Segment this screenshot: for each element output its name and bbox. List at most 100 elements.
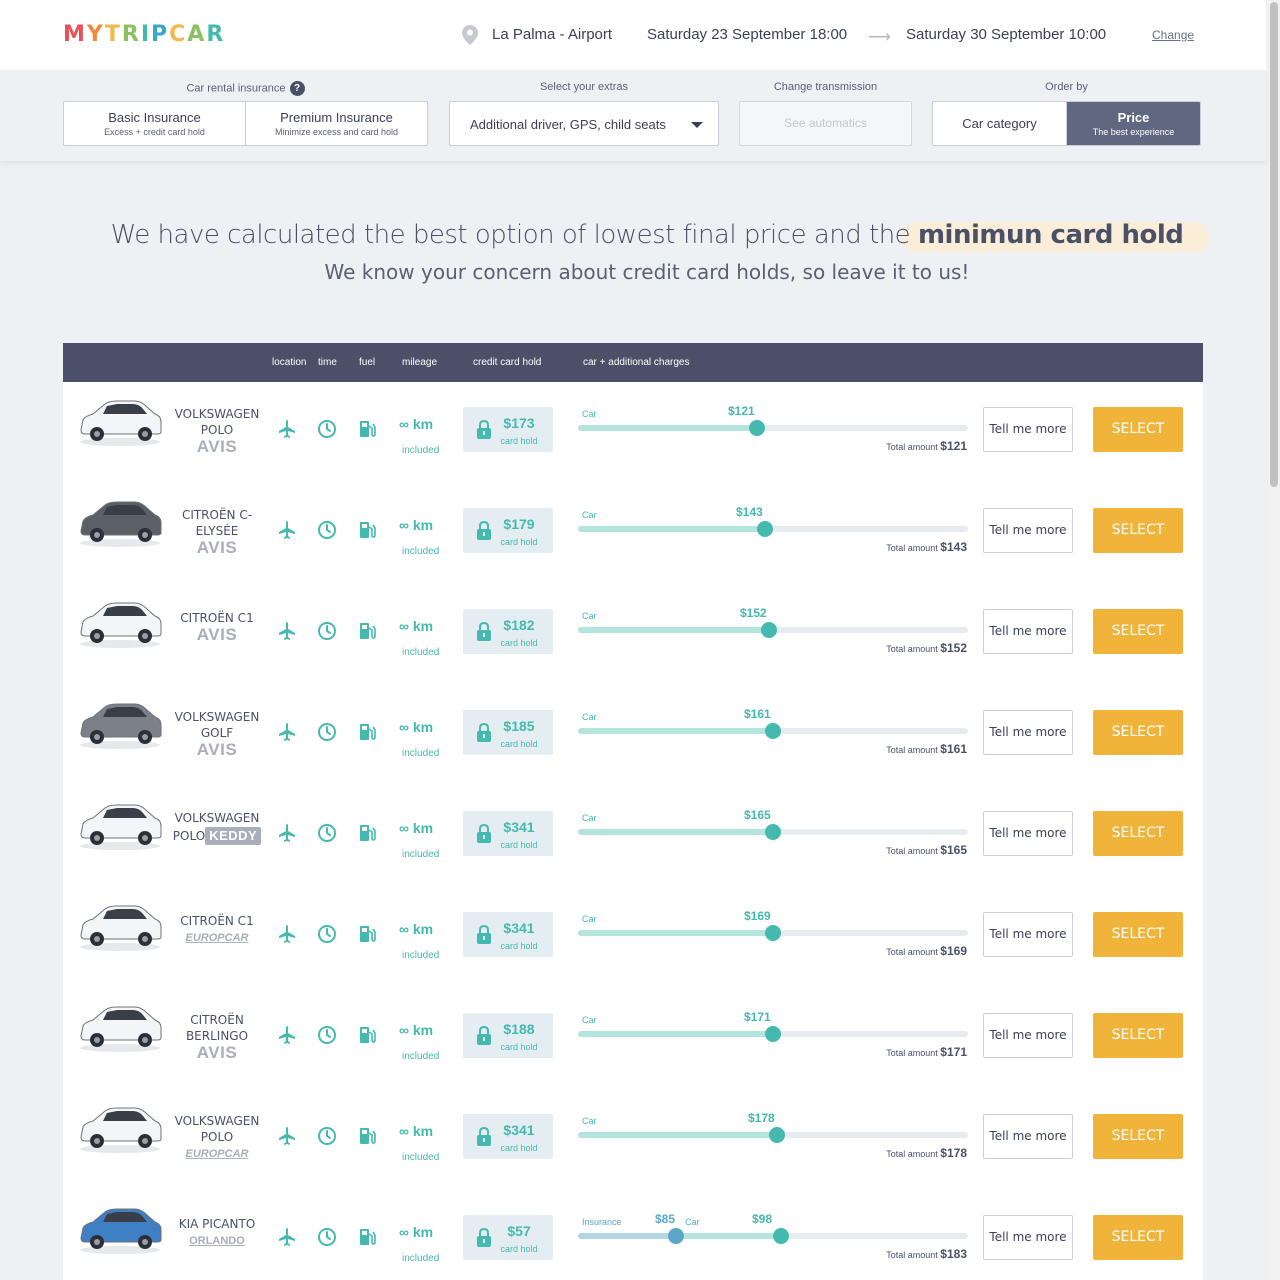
select-button[interactable]: SELECT (1093, 407, 1183, 452)
car-knob[interactable] (749, 420, 765, 436)
see-automatics-button[interactable]: See automatics (739, 101, 912, 146)
car-price: $121 (728, 404, 755, 418)
car-model: Citroën C-Elysée AVIS (167, 507, 267, 556)
fuel-icon (357, 924, 377, 944)
supplier-logo: AVIS (196, 1043, 238, 1062)
card-hold-box: $341 card hold (463, 912, 553, 957)
basic-insurance-option[interactable]: Basic Insurance Excess + credit card hol… (64, 102, 245, 145)
airport-icon (277, 924, 297, 944)
car-model-name: Volkswagen Polo (174, 1114, 260, 1144)
car-knob[interactable] (765, 925, 781, 941)
premium-insurance-option[interactable]: Premium Insurance Minimize excess and ca… (245, 102, 427, 145)
help-icon[interactable]: ? (289, 81, 305, 96)
fuel-icon (357, 520, 377, 540)
page-headline: We have calculated the best option of lo… (0, 220, 1280, 250)
pickup-location: La Palma - Airport (492, 26, 613, 43)
tell-me-more-button[interactable]: Tell me more (983, 912, 1073, 957)
car-image[interactable] (77, 897, 163, 953)
car-fill (578, 930, 773, 936)
clock-icon (317, 924, 337, 944)
card-hold-box: $341 card hold (463, 1114, 553, 1159)
col-mileage: mileage (402, 357, 438, 368)
tell-me-more-button[interactable]: Tell me more (983, 407, 1073, 452)
tell-me-more-button[interactable]: Tell me more (983, 710, 1073, 755)
clock-icon (317, 621, 337, 641)
price-slider: Car $178 Total amount $178 (577, 1089, 969, 1190)
car-image[interactable] (77, 392, 163, 448)
car-model: Volkswagen Polo keddy (167, 810, 267, 845)
mytripcar-logo[interactable]: MYTRIPCAR (63, 22, 225, 47)
car-knob[interactable] (765, 1026, 781, 1042)
total-value: $165 (940, 843, 967, 857)
headline-highlight: minimun card hold (917, 220, 1184, 250)
lock-icon (476, 419, 492, 439)
tell-me-more-button[interactable]: Tell me more (983, 508, 1073, 553)
car-fill (578, 1132, 777, 1138)
select-button[interactable]: SELECT (1093, 912, 1183, 957)
total-amount: Total amount $161 (886, 742, 967, 756)
tell-me-more-button[interactable]: Tell me more (983, 1215, 1073, 1260)
extras-dropdown[interactable]: Additional driver, GPS, child seats (449, 101, 719, 146)
total-value: $161 (940, 742, 967, 756)
select-button[interactable]: SELECT (1093, 1215, 1183, 1260)
car-model: Volkswagen Polo Europcar (167, 1113, 267, 1162)
car-model: Volkswagen Golf AVIS (167, 709, 267, 758)
car-image[interactable] (77, 594, 163, 650)
car-knob[interactable] (761, 622, 777, 638)
clock-icon (317, 823, 337, 843)
lock-icon (476, 1025, 492, 1045)
car-knob[interactable] (773, 1228, 789, 1244)
select-button[interactable]: SELECT (1093, 811, 1183, 856)
order-price[interactable]: Price The best experience (1066, 102, 1200, 145)
scrollbar-thumb[interactable] (1270, 2, 1278, 487)
result-row: Citroën C1 AVIS ∞ km included $182 card hold C… (63, 584, 1203, 685)
fuel-icon (357, 722, 377, 742)
select-button[interactable]: SELECT (1093, 508, 1183, 553)
car-image[interactable] (77, 1099, 163, 1155)
select-button[interactable]: SELECT (1093, 1013, 1183, 1058)
car-image[interactable] (77, 998, 163, 1054)
lock-icon (476, 621, 492, 641)
mileage-included: included (402, 849, 440, 860)
car-image[interactable] (77, 695, 163, 751)
select-button[interactable]: SELECT (1093, 609, 1183, 654)
select-button[interactable]: SELECT (1093, 710, 1183, 755)
car-model: Volkswagen Polo AVIS (167, 406, 267, 455)
select-button[interactable]: SELECT (1093, 1114, 1183, 1159)
tell-me-more-button[interactable]: Tell me more (983, 609, 1073, 654)
price-slider: Insurance $85 Car $98 Total amount $183 (577, 1190, 969, 1280)
total-label: Total amount (886, 644, 938, 654)
car-model-name: Citroën C-Elysée (181, 508, 253, 538)
car-image[interactable] (77, 796, 163, 852)
car-price: $169 (744, 909, 771, 923)
tell-me-more-button[interactable]: Tell me more (983, 1013, 1073, 1058)
car-label: Car (582, 914, 597, 924)
price-slider: Car $152 Total amount $152 (577, 584, 969, 685)
car-fill (578, 728, 773, 734)
clock-icon (317, 1227, 337, 1247)
total-label: Total amount (886, 543, 938, 553)
car-model-name: Volkswagen Polo (174, 407, 260, 437)
total-label: Total amount (886, 1149, 938, 1159)
card-hold-box: $57 card hold (463, 1215, 553, 1260)
insurance-knob[interactable] (668, 1228, 684, 1244)
change-search-link[interactable]: Change (1152, 28, 1194, 42)
pickup-date: Saturday 23 September 18:00 (647, 26, 848, 43)
car-knob[interactable] (765, 723, 781, 739)
order-car-category[interactable]: Car category (933, 102, 1066, 145)
clock-icon (317, 520, 337, 540)
page-subheadline: We know your concern about credit card h… (324, 260, 970, 284)
mileage-included: included (402, 748, 440, 759)
card-hold-box: $188 card hold (463, 1013, 553, 1058)
car-knob[interactable] (769, 1127, 785, 1143)
card-hold-amount: $57 (507, 1223, 531, 1239)
car-knob[interactable] (757, 521, 773, 537)
mileage-value: ∞ km (399, 517, 434, 533)
car-image[interactable] (77, 493, 163, 549)
car-image[interactable] (77, 1200, 163, 1256)
tell-me-more-button[interactable]: Tell me more (983, 811, 1073, 856)
tell-me-more-button[interactable]: Tell me more (983, 1114, 1073, 1159)
car-knob[interactable] (765, 824, 781, 840)
lock-icon (476, 924, 492, 944)
order-price-sub: The best experience (1092, 127, 1175, 137)
